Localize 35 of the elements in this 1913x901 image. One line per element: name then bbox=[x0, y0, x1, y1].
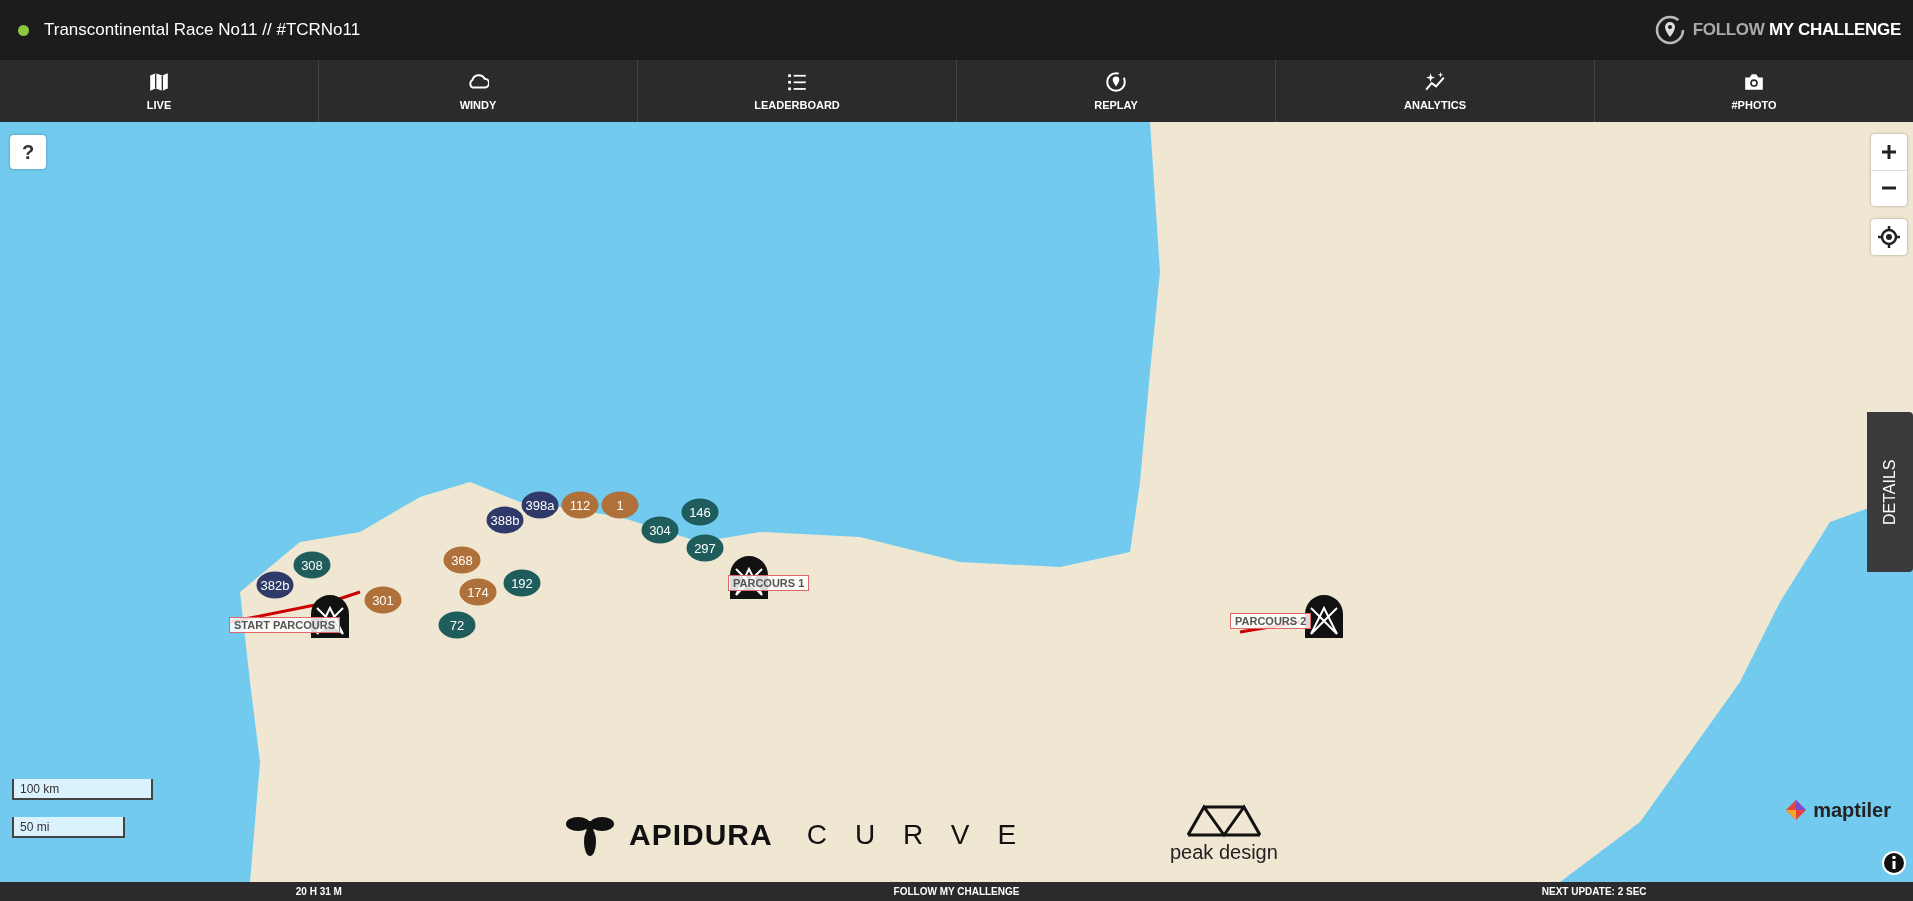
rider-marker[interactable]: 1 bbox=[601, 491, 639, 519]
checkpoint-label: PARCOURS 2 bbox=[1230, 613, 1312, 629]
elapsed-time: 20 H 31 M bbox=[294, 886, 343, 897]
footer-brand: FOLLOW MY CHALLENGE bbox=[892, 886, 1021, 897]
attribution-logo[interactable]: maptiler bbox=[1813, 798, 1891, 822]
rider-marker[interactable]: 398a bbox=[521, 491, 559, 519]
target-icon bbox=[1878, 226, 1900, 248]
checkpoint-label: PARCOURS 1 bbox=[728, 575, 810, 591]
sponsor-logo: CURVE bbox=[806, 819, 1045, 851]
scale-bar: 50 mi bbox=[12, 817, 125, 838]
sponsor-logo: peak design bbox=[1170, 841, 1278, 864]
info-icon[interactable] bbox=[1881, 850, 1907, 876]
plus-icon bbox=[1881, 143, 1897, 160]
page-title: Transcontinental Race No11 // #TCRNo11 bbox=[44, 20, 361, 40]
diamond-logo-icon bbox=[1784, 798, 1809, 822]
camera-icon bbox=[1743, 71, 1765, 93]
map-background[interactable]: ? DETAILS START PARCOURS PARCOURS 1 PARCOURS 2 382b 308 301 72 368 174 388b 192 398a 112 1 304 146 297 100 km 50 mi APIDURA CURVE peak design maptiler bbox=[0, 122, 1913, 882]
scale-bar: 100 km bbox=[12, 779, 153, 800]
checkpoint-label: START PARCOURS bbox=[229, 617, 341, 633]
brand-logo[interactable]: FOLLOW MY CHALLENGE bbox=[1692, 20, 1901, 40]
replay-icon bbox=[1105, 71, 1127, 93]
list-icon bbox=[786, 71, 808, 93]
details-tab[interactable]: DETAILS bbox=[1867, 412, 1913, 572]
help-button[interactable]: ? bbox=[10, 135, 46, 169]
locate-button[interactable] bbox=[1871, 219, 1907, 255]
rider-marker[interactable]: 304 bbox=[641, 516, 679, 544]
update-countdown: NEXT UPDATE: 2 SEC bbox=[1540, 886, 1648, 897]
rider-marker[interactable]: 112 bbox=[561, 491, 599, 519]
rider-marker[interactable]: 146 bbox=[681, 498, 719, 526]
minus-icon bbox=[1881, 186, 1897, 191]
nav-tab[interactable]: LIVE bbox=[0, 60, 318, 122]
location-pin-icon bbox=[1654, 15, 1685, 45]
sponsor-logo: APIDURA bbox=[629, 818, 773, 852]
analytics-icon bbox=[1424, 71, 1446, 93]
map-icon bbox=[148, 71, 170, 93]
